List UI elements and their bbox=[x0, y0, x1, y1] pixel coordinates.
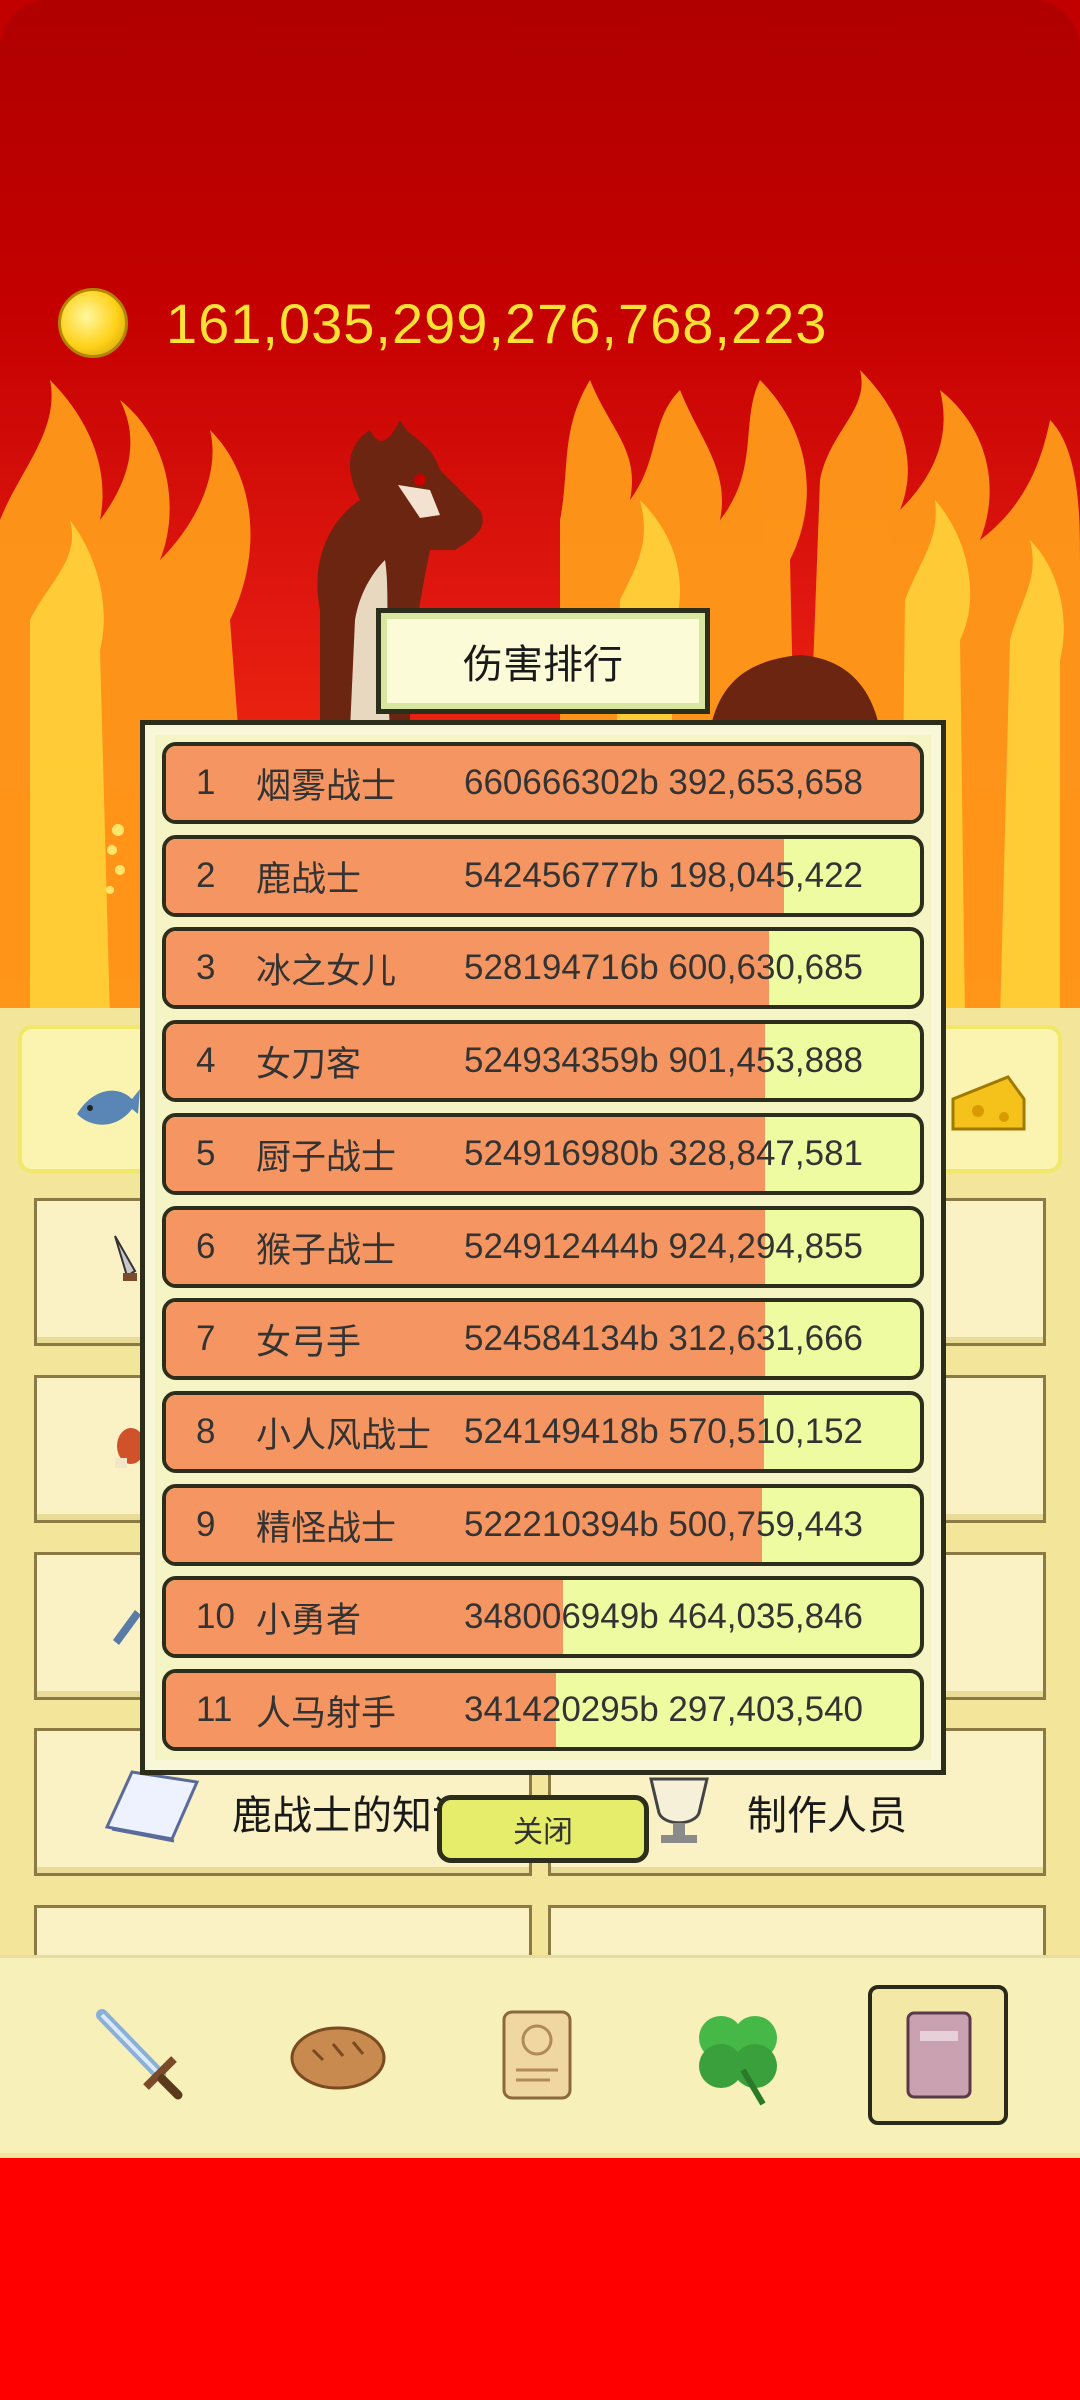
rank-number: 10 bbox=[196, 1597, 235, 1636]
ranking-row: 4 女刀客 524934359b 901,453,888 bbox=[162, 1020, 924, 1102]
hero-name: 精怪战士 bbox=[256, 1508, 397, 1548]
gold-coin-icon bbox=[58, 288, 128, 358]
damage-value: 542456777b 198,045,422 bbox=[464, 856, 864, 895]
ranking-row: 2 鹿战士 542456777b 198,045,422 bbox=[162, 835, 924, 917]
cheese-icon bbox=[951, 1075, 1026, 1131]
rank-number: 4 bbox=[196, 1041, 216, 1080]
damage-value: 528194716b 600,630,685 bbox=[464, 948, 864, 987]
rank-number: 7 bbox=[196, 1319, 216, 1358]
coin-amount: 161,035,299,276,768,223 bbox=[166, 291, 828, 355]
damage-value: 524916980b 328,847,581 bbox=[464, 1134, 864, 1173]
hero-name: 烟雾战士 bbox=[256, 766, 397, 806]
ranking-row: 5 厨子战士 524916980b 328,847,581 bbox=[162, 1113, 924, 1195]
sword-icon bbox=[96, 2009, 183, 2100]
rank-number: 9 bbox=[196, 1505, 216, 1544]
damage-value: 524912444b 924,294,855 bbox=[464, 1227, 864, 1266]
goblet-icon bbox=[649, 1777, 709, 1843]
dialog-title: 伤害排行 bbox=[376, 608, 710, 714]
nav-book[interactable] bbox=[868, 1985, 1008, 2125]
rank-number: 8 bbox=[196, 1412, 216, 1451]
damage-value: 524584134b 312,631,666 bbox=[464, 1319, 864, 1358]
nav-bread[interactable] bbox=[268, 1985, 408, 2125]
hero-name: 厨子战士 bbox=[256, 1137, 397, 1177]
ranking-row: 7 女弓手 524584134b 312,631,666 bbox=[162, 1298, 924, 1380]
menu-button-right-1[interactable] bbox=[940, 1198, 1046, 1346]
ranking-row: 11 人马射手 341420295b 297,403,540 bbox=[162, 1669, 924, 1751]
dagger-icon bbox=[114, 1235, 137, 1281]
credits-label: 制作人员 bbox=[747, 1794, 907, 1838]
damage-value: 524934359b 901,453,888 bbox=[464, 1041, 864, 1080]
rank-number: 2 bbox=[196, 856, 216, 895]
close-button[interactable]: 关闭 bbox=[437, 1795, 649, 1863]
hero-name: 冰之女儿 bbox=[256, 951, 397, 991]
meat-icon bbox=[115, 1428, 145, 1468]
bread-icon bbox=[290, 2026, 386, 2090]
coin-counter: 161,035,299,276,768,223 bbox=[58, 285, 827, 361]
ranking-row: 1 烟雾战士 660666302b 392,653,658 bbox=[162, 742, 924, 824]
menu-button-left-3[interactable] bbox=[34, 1552, 144, 1700]
knowledge-label: 鹿战士的知识 bbox=[232, 1794, 472, 1838]
nav-sword[interactable] bbox=[68, 1985, 208, 2125]
ranking-row: 6 猴子战士 524912444b 924,294,855 bbox=[162, 1206, 924, 1288]
damage-value: 524149418b 570,510,152 bbox=[464, 1412, 864, 1451]
damage-value: 348006949b 464,035,846 bbox=[464, 1597, 864, 1636]
book-icon bbox=[906, 2011, 972, 2099]
open-book-icon bbox=[104, 1770, 200, 1843]
rank-number: 5 bbox=[196, 1134, 216, 1173]
ranking-row: 10 小勇者 348006949b 464,035,846 bbox=[162, 1576, 924, 1658]
menu-button-right-2[interactable] bbox=[940, 1375, 1046, 1523]
hero-name: 女刀客 bbox=[256, 1044, 362, 1084]
nav-scroll[interactable] bbox=[468, 1985, 608, 2125]
rank-number: 6 bbox=[196, 1227, 216, 1266]
hero-name: 小人风战士 bbox=[256, 1415, 432, 1455]
tool-icon bbox=[113, 1610, 141, 1645]
damage-value: 341420295b 297,403,540 bbox=[464, 1690, 864, 1729]
rank-number: 3 bbox=[196, 948, 216, 987]
game-screen: 161,035,299,276,768,223 鹿战士的知识 制作人员 伤害排行… bbox=[0, 0, 1080, 2400]
hero-name: 小勇者 bbox=[256, 1600, 362, 1640]
menu-button-left-1[interactable] bbox=[34, 1198, 144, 1346]
hero-name: 人马射手 bbox=[256, 1693, 397, 1733]
menu-button-right-3[interactable] bbox=[940, 1552, 1046, 1700]
fish-icon bbox=[77, 1089, 140, 1125]
ranking-row: 9 精怪战士 522210394b 500,759,443 bbox=[162, 1484, 924, 1566]
menu-button-left-2[interactable] bbox=[34, 1375, 145, 1523]
bottom-background bbox=[0, 2150, 1080, 2400]
hero-name: 鹿战士 bbox=[256, 859, 362, 899]
clover-icon bbox=[699, 2016, 777, 2106]
damage-value: 522210394b 500,759,443 bbox=[464, 1505, 864, 1544]
nav-clover[interactable] bbox=[668, 1985, 808, 2125]
rank-number: 11 bbox=[196, 1690, 233, 1729]
ranking-row: 8 小人风战士 524149418b 570,510,152 bbox=[162, 1391, 924, 1473]
scroll-icon bbox=[502, 2010, 572, 2100]
ranking-row: 3 冰之女儿 528194716b 600,630,685 bbox=[162, 927, 924, 1009]
hero-name: 猴子战士 bbox=[256, 1230, 397, 1270]
rank-number: 1 bbox=[196, 763, 216, 802]
damage-value: 660666302b 392,653,658 bbox=[464, 763, 864, 802]
hero-name: 女弓手 bbox=[256, 1322, 362, 1362]
